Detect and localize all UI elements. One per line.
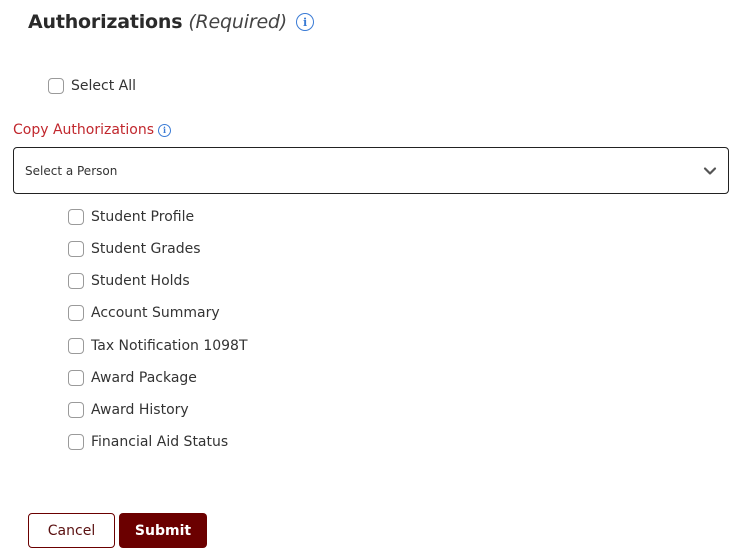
authorization-checkbox[interactable] [68,241,84,257]
required-marker: (Required) [188,11,288,33]
authorization-checkbox[interactable] [68,209,84,225]
chevron-down-icon [703,166,717,175]
authorization-checkbox[interactable] [68,305,84,321]
authorization-item[interactable]: Student Profile [68,209,194,225]
authorization-label: Award History [91,402,189,418]
title-text: Authorizations [28,11,183,33]
select-all-checkbox[interactable] [48,78,64,94]
select-all-label: Select All [71,78,136,94]
authorization-item[interactable]: Student Holds [68,273,190,289]
authorization-label: Financial Aid Status [91,434,229,450]
page-title: Authorizations (Required) i [28,11,315,33]
authorization-checkbox[interactable] [68,434,84,450]
authorization-label: Account Summary [91,305,220,321]
authorization-checkbox[interactable] [68,273,84,289]
authorization-label: Student Profile [91,209,195,225]
authorization-label: Award Package [91,370,197,386]
authorization-item[interactable]: Award History [68,402,189,418]
info-icon[interactable]: i [158,123,172,137]
select-all-row[interactable]: Select All [48,78,136,94]
authorization-checkbox[interactable] [68,370,84,386]
authorization-item[interactable]: Student Grades [68,241,201,257]
select-person-value: Select a Person [25,163,118,178]
authorization-label: Student Grades [91,241,201,257]
submit-button[interactable]: Submit [119,513,207,548]
select-person-dropdown[interactable]: Select a Person [13,147,729,194]
authorization-label: Tax Notification 1098T [91,338,248,354]
authorization-label: Student Holds [91,273,190,289]
authorization-item[interactable]: Account Summary [68,305,220,321]
info-icon[interactable]: i [296,13,315,31]
authorization-item[interactable]: Award Package [68,370,197,386]
authorization-checkbox[interactable] [68,402,84,418]
cancel-button[interactable]: Cancel [28,513,115,548]
copy-authorizations-text: Copy Authorizations [13,122,155,138]
authorization-item[interactable]: Tax Notification 1098T [68,338,248,354]
authorization-item[interactable]: Financial Aid Status [68,434,228,450]
authorization-checkbox[interactable] [68,338,84,354]
copy-authorizations-label: Copy Authorizations i [13,122,172,138]
